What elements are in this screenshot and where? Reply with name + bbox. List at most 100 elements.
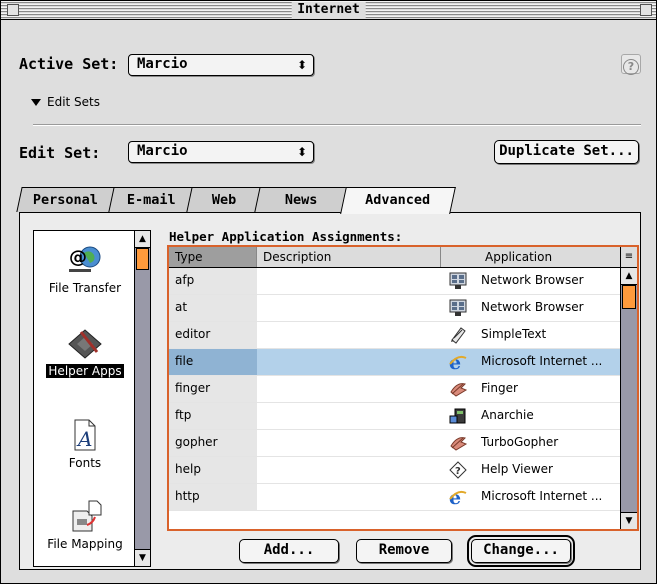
- cell-application: Network Browser: [481, 273, 584, 287]
- finger-icon: [450, 383, 467, 397]
- help-viewer-icon: ?: [449, 461, 467, 479]
- column-header-type[interactable]: Type: [169, 247, 257, 267]
- cell-application: Finger: [481, 381, 518, 395]
- column-header-description[interactable]: Description: [257, 247, 441, 267]
- cell-application: Microsoft Internet ...: [481, 489, 603, 503]
- tab-web[interactable]: Web: [186, 187, 262, 212]
- edit-set-label: Edit Set:: [19, 144, 101, 162]
- close-box-icon[interactable]: [7, 4, 19, 16]
- cell-type: file: [169, 349, 257, 375]
- cell-description: [257, 403, 441, 429]
- table-row[interactable]: help ? Help Viewer: [169, 457, 621, 484]
- collapse-box-icon[interactable]: [640, 4, 652, 16]
- cell-type: ftp: [169, 403, 257, 429]
- cell-application: Network Browser: [481, 300, 584, 314]
- helper-table-title: Helper Application Assignments:: [169, 229, 403, 244]
- cell-type: editor: [169, 322, 257, 348]
- table-header: Type Description Application: [169, 247, 621, 268]
- tab-e-mail[interactable]: E-mail: [108, 187, 194, 212]
- title-bar[interactable]: Internet: [1, 1, 656, 20]
- sidebar-item-file-transfer[interactable]: @ File Transfer: [34, 243, 136, 296]
- sidebar-item-label: File Mapping: [47, 537, 123, 551]
- cell-application: TurboGopher: [481, 435, 559, 449]
- scroll-up-arrow-icon[interactable]: ▲: [135, 231, 150, 248]
- sidebar-item-label: File Transfer: [48, 281, 122, 295]
- sidebar-item-helper-apps[interactable]: Helper Apps: [34, 326, 136, 379]
- helper-table-scrollbar[interactable]: ≡ ▲ ▼: [620, 247, 637, 529]
- table-row[interactable]: editor SimpleText: [169, 322, 621, 349]
- column-header-application[interactable]: Application: [441, 247, 621, 267]
- sidebar-item-label: Helper Apps: [46, 364, 124, 378]
- cell-description: [257, 457, 441, 483]
- tab-personal[interactable]: Personal: [16, 187, 116, 212]
- helper-apps-icon: [68, 329, 102, 359]
- active-set-value: Marcio: [137, 56, 188, 72]
- file-mapping-icon: [72, 500, 102, 532]
- sidebar-item-label: Fonts: [68, 456, 102, 470]
- internet-window: Internet Active Set: Marcio ⬍ ? Edit Set…: [0, 0, 657, 584]
- edit-set-value: Marcio: [137, 143, 188, 159]
- sort-direction-icon[interactable]: ≡: [621, 247, 637, 268]
- cell-application: SimpleText: [481, 327, 547, 341]
- svg-text:?: ?: [455, 466, 461, 477]
- add-button[interactable]: Add...: [239, 539, 339, 563]
- sidebar-item-fonts[interactable]: A Fonts: [34, 418, 136, 471]
- edit-set-popup[interactable]: Marcio ⬍: [128, 141, 314, 163]
- help-button[interactable]: ?: [621, 54, 641, 75]
- active-set-popup[interactable]: Marcio ⬍: [128, 54, 314, 76]
- popup-arrows-icon: ⬍: [296, 58, 307, 72]
- cell-description: [257, 430, 441, 456]
- table-body: afp Network Browser at Network Browser e…: [169, 268, 621, 529]
- table-row[interactable]: afp Network Browser: [169, 268, 621, 295]
- scroll-thumb[interactable]: [136, 248, 149, 270]
- scroll-down-arrow-icon[interactable]: ▼: [135, 549, 150, 566]
- sidebar-item-file-mapping[interactable]: File Mapping: [34, 499, 136, 552]
- category-list: @ File Transfer Helper Apps A Fonts File…: [33, 230, 151, 567]
- active-set-label: Active Set:: [19, 55, 119, 73]
- cell-type: finger: [169, 376, 257, 402]
- tab-advanced[interactable]: Advanced: [340, 187, 456, 214]
- svg-text:A: A: [76, 427, 92, 451]
- turbogopher-icon: [450, 437, 467, 451]
- edit-sets-disclosure[interactable]: Edit Sets: [31, 95, 100, 109]
- network-browser-icon: [449, 272, 467, 289]
- table-row[interactable]: at Network Browser: [169, 295, 621, 322]
- window-title: Internet: [291, 2, 366, 18]
- cell-application: Microsoft Internet ...: [481, 354, 603, 368]
- cell-type: http: [169, 484, 257, 510]
- cell-type: help: [169, 457, 257, 483]
- remove-button[interactable]: Remove: [356, 539, 452, 563]
- cell-description: [257, 376, 441, 402]
- helper-table: Type Description Application afp Network…: [167, 245, 639, 531]
- cell-description: [257, 349, 441, 375]
- scroll-thumb[interactable]: [622, 285, 636, 309]
- anarchie-icon: [449, 408, 466, 424]
- table-row[interactable]: finger Finger: [169, 376, 621, 403]
- scroll-up-arrow-icon[interactable]: ▲: [621, 268, 637, 285]
- cell-type: gopher: [169, 430, 257, 456]
- cell-type: at: [169, 295, 257, 321]
- fonts-icon: A: [74, 419, 96, 451]
- table-row[interactable]: gopher TurboGopher: [169, 430, 621, 457]
- internet-explorer-icon: e: [449, 353, 467, 371]
- cell-description: [257, 322, 441, 348]
- popup-arrows-icon: ⬍: [296, 145, 307, 159]
- tab-news[interactable]: News: [254, 187, 348, 212]
- disclosure-triangle-icon: [31, 99, 41, 106]
- table-row[interactable]: file e Microsoft Internet ...: [169, 349, 621, 376]
- separator: [33, 124, 641, 126]
- change-button[interactable]: Change...: [467, 535, 575, 567]
- duplicate-set-button[interactable]: Duplicate Set...: [494, 140, 639, 164]
- simpletext-icon: [451, 327, 466, 344]
- svg-text:@: @: [69, 247, 87, 268]
- category-list-scrollbar[interactable]: ▲ ▼: [134, 231, 150, 566]
- scroll-down-arrow-icon[interactable]: ▼: [621, 512, 637, 529]
- table-row[interactable]: ftp Anarchie: [169, 403, 621, 430]
- file-transfer-icon: @: [69, 246, 101, 272]
- cell-application: Anarchie: [481, 408, 534, 422]
- network-browser-icon: [449, 299, 467, 316]
- table-row[interactable]: http e Microsoft Internet ...: [169, 484, 621, 511]
- edit-sets-label: Edit Sets: [47, 95, 101, 109]
- cell-description: [257, 295, 441, 321]
- cell-description: [257, 268, 441, 294]
